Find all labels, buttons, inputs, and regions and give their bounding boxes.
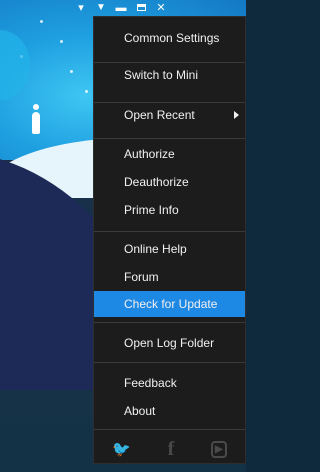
menu-item-deauthorize[interactable]: Deauthorize [94, 169, 245, 195]
menu-separator [94, 322, 245, 323]
twitter-icon[interactable]: 🐦 [112, 440, 131, 458]
menu-item-forum[interactable]: Forum [94, 264, 245, 290]
restore-icon[interactable] [134, 1, 148, 15]
menu-item-about[interactable]: About [94, 398, 245, 424]
menu-item-check-for-update[interactable]: Check for Update [94, 291, 245, 317]
menu-item-label: Open Recent [124, 108, 195, 122]
close-icon[interactable]: ✕ [154, 1, 168, 15]
youtube-icon[interactable]: ▶ [210, 440, 227, 458]
menu-separator [94, 138, 245, 139]
menu-separator [94, 362, 245, 363]
menu-separator [94, 429, 245, 430]
context-menu: Common Settings Switch to Mini Open Rece… [93, 16, 246, 464]
menu-item-feedback[interactable]: Feedback [94, 370, 245, 396]
menu-dropdown-icon[interactable]: ▾ [74, 1, 88, 15]
menu-item-switch-to-mini[interactable]: Switch to Mini [94, 62, 245, 88]
person-figure-icon [32, 104, 40, 134]
menu-item-open-log-folder[interactable]: Open Log Folder [94, 330, 245, 356]
submenu-arrow-icon [234, 111, 239, 119]
window-controls: ▾ ▼ ▬ ✕ [74, 1, 168, 15]
menu-item-prime-info[interactable]: Prime Info [94, 197, 245, 223]
menu-item-authorize[interactable]: Authorize [94, 141, 245, 167]
menu-item-online-help[interactable]: Online Help [94, 236, 245, 262]
dropdown-icon[interactable]: ▼ [94, 1, 108, 15]
minimize-icon[interactable]: ▬ [114, 1, 128, 15]
social-links: 🐦 f ▶ [94, 435, 245, 463]
menu-item-common-settings[interactable]: Common Settings [94, 25, 245, 51]
facebook-icon[interactable]: f [168, 438, 175, 461]
menu-item-open-recent[interactable]: Open Recent [94, 102, 245, 128]
menu-separator [94, 231, 245, 232]
